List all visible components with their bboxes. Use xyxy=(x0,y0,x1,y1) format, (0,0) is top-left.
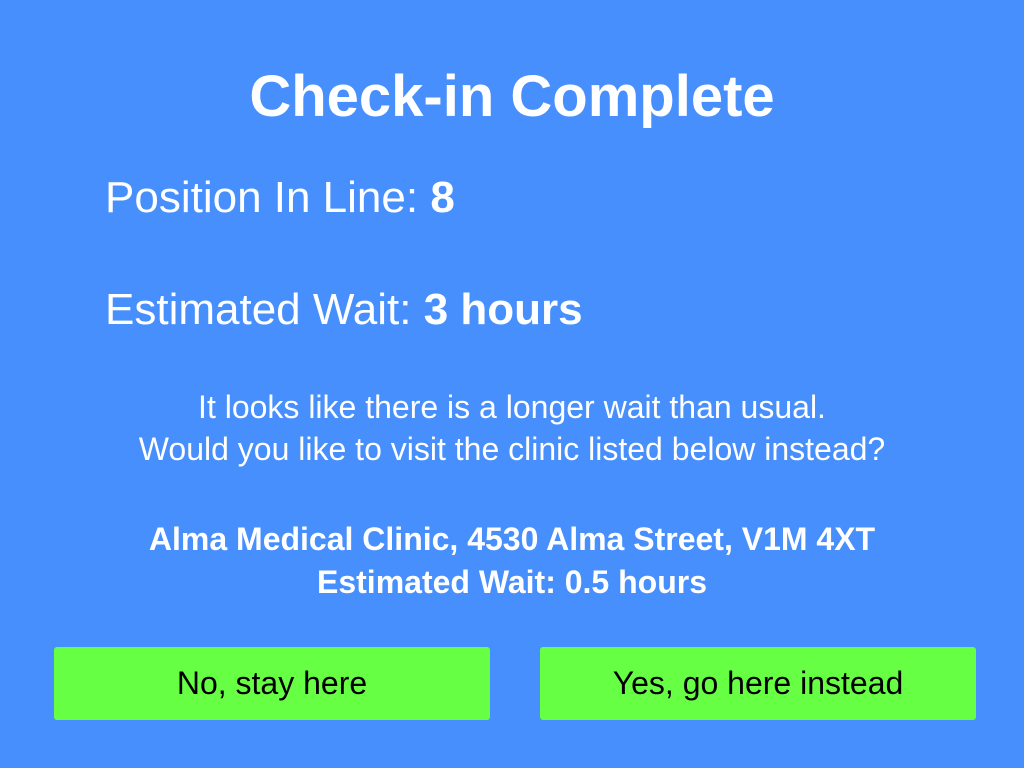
position-in-line: Position In Line: 8 xyxy=(105,172,455,224)
message-line-2: Would you like to visit the clinic liste… xyxy=(138,431,886,467)
message-line-1: It looks like there is a longer wait tha… xyxy=(198,389,826,425)
stay-here-button[interactable]: No, stay here xyxy=(54,647,490,720)
longer-wait-message: It looks like there is a longer wait tha… xyxy=(0,386,1024,470)
clinic-address: Alma Medical Clinic, 4530 Alma Street, V… xyxy=(148,521,876,557)
clinic-wait: Estimated Wait: 0.5 hours xyxy=(317,564,707,600)
alternative-clinic: Alma Medical Clinic, 4530 Alma Street, V… xyxy=(0,518,1024,604)
page-title: Check-in Complete xyxy=(249,64,775,129)
wait-value: 3 hours xyxy=(423,285,583,334)
position-value: 8 xyxy=(430,173,455,222)
position-label: Position In Line: xyxy=(105,173,431,222)
estimated-wait: Estimated Wait: 3 hours xyxy=(105,284,583,336)
go-here-instead-button[interactable]: Yes, go here instead xyxy=(540,647,976,720)
wait-label: Estimated Wait: xyxy=(105,285,424,334)
